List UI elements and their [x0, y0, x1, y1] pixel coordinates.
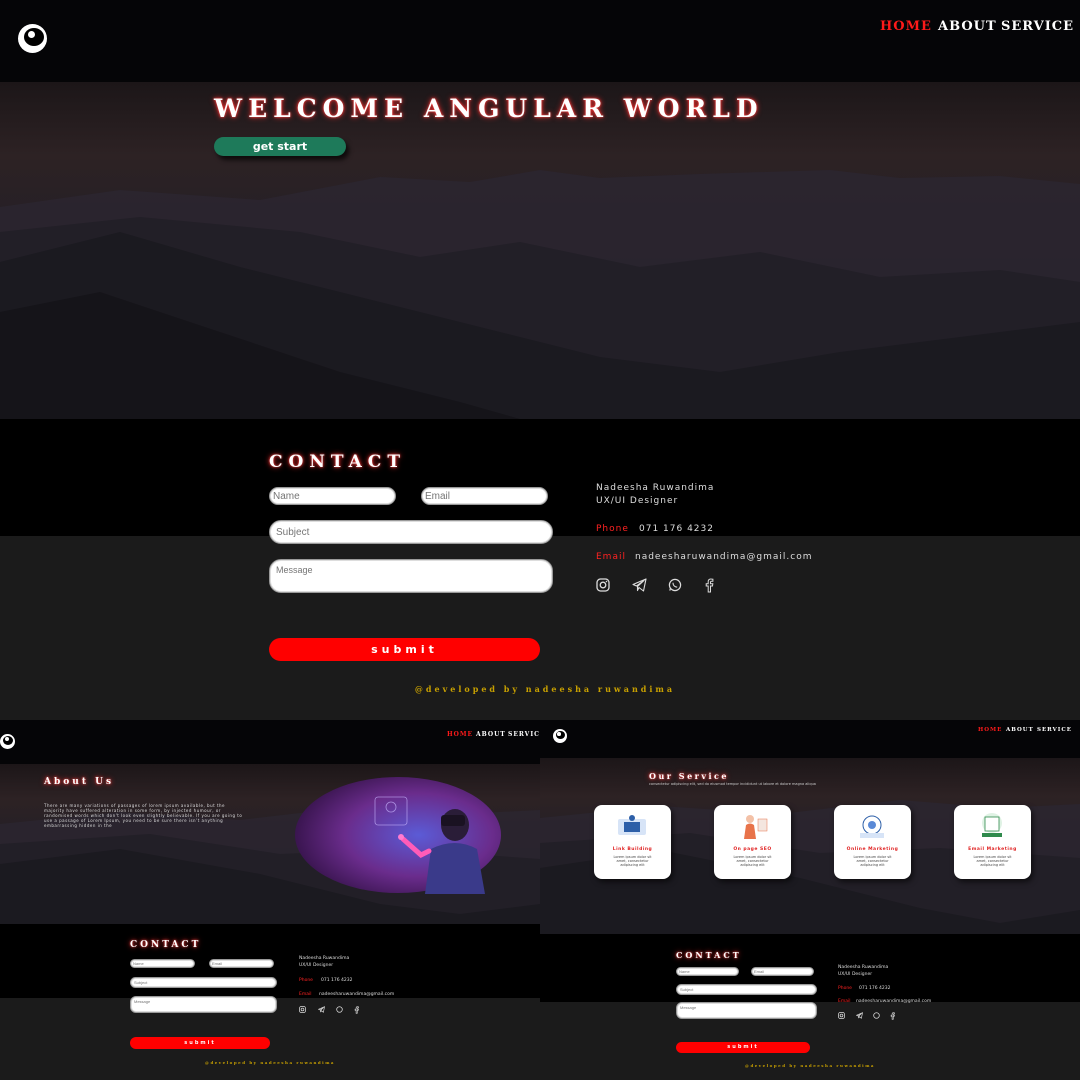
hero-banner: WELCOME ANGULAR WORLD get start — [0, 82, 1080, 419]
phone-label: Phone — [299, 978, 313, 983]
about-heading: About Us — [44, 777, 115, 787]
service-card-text: Lorem ipsum dolor sit amet, consectetur … — [853, 855, 892, 867]
whatsapp-icon[interactable] — [668, 578, 682, 592]
online-marketing-illustration — [860, 815, 884, 838]
email-input[interactable] — [751, 967, 814, 976]
home-page: HOME ABOUT SERVICE WELCOME ANGULAR WORLD… — [0, 0, 1080, 720]
service-banner: Our Service consectetur adipiscing elit,… — [540, 758, 1080, 934]
developer-credit: @developed by nadeesha ruwandima — [414, 684, 676, 694]
service-card[interactable]: Link Building Lorem ipsum dolor sit amet… — [594, 805, 671, 879]
name-input[interactable] — [676, 967, 739, 976]
phone-label: Phone — [596, 524, 629, 534]
email-label: Email — [838, 999, 851, 1004]
nav-service[interactable]: SERVICE — [1001, 19, 1074, 34]
contact-person-name: Nadeesha Ruwandima — [838, 965, 889, 970]
name-input[interactable] — [130, 959, 195, 968]
email-input[interactable] — [209, 959, 274, 968]
navbar: HOME ABOUT SERVICE — [0, 0, 1080, 82]
nav-service[interactable]: SERVICE — [508, 731, 540, 738]
email-value: nadeesharuwandima@gmail.com — [856, 999, 932, 1004]
message-textarea[interactable] — [676, 1002, 817, 1019]
about-paragraph: There are many variations of passages of… — [44, 803, 243, 828]
logo-icon[interactable] — [0, 734, 15, 749]
vr-person-illustration — [295, 777, 501, 894]
nav-service[interactable]: SERVICE — [1037, 727, 1072, 733]
contact-heading: CONTACT — [269, 452, 406, 472]
service-card-title: Email Marketing — [968, 847, 1017, 852]
instagram-icon[interactable] — [596, 578, 610, 592]
email-input[interactable] — [421, 487, 548, 505]
submit-button[interactable]: submit — [676, 1042, 810, 1053]
developer-credit: @developed by nadeesha ruwandima — [744, 1063, 876, 1068]
nav-about[interactable]: ABOUT — [938, 19, 997, 34]
message-textarea[interactable] — [130, 996, 277, 1013]
nav-about[interactable]: ABOUT — [476, 731, 506, 738]
telegram-icon[interactable] — [632, 578, 647, 592]
phone-value: 071 176 4232 — [321, 978, 353, 983]
service-card-title: Link Building — [612, 847, 653, 852]
contact-section-top — [0, 419, 1080, 536]
submit-button[interactable]: submit — [269, 638, 540, 661]
service-subtitle: consectetur adipiscing elit, sed do eius… — [649, 782, 816, 786]
contact-heading: CONTACT — [676, 950, 742, 960]
instagram-icon[interactable] — [838, 1012, 845, 1019]
whatsapp-icon[interactable] — [873, 1012, 880, 1019]
nav-home[interactable]: HOME — [447, 731, 473, 738]
subject-input[interactable] — [676, 984, 817, 995]
service-card-title: On page SEO — [733, 847, 772, 852]
logo-icon[interactable] — [553, 729, 567, 743]
message-textarea[interactable] — [269, 559, 553, 593]
facebook-icon[interactable] — [704, 578, 714, 593]
contact-heading: CONTACT — [130, 940, 202, 950]
contact-person-name: Nadeesha Ruwandima — [596, 483, 715, 493]
email-value: nadeesharuwandima@gmail.com — [319, 992, 395, 997]
link-building-illustration — [618, 815, 646, 835]
telegram-icon[interactable] — [856, 1012, 863, 1019]
nav-about[interactable]: ABOUT — [1006, 727, 1034, 733]
subject-input[interactable] — [269, 520, 553, 544]
email-label: Email — [299, 992, 312, 997]
service-card[interactable]: On page SEO Lorem ipsum dolor sit amet, … — [714, 805, 791, 879]
telegram-icon[interactable] — [318, 1006, 325, 1013]
developer-credit: @developed by nadeesha ruwandima — [204, 1060, 336, 1065]
service-heading: Our Service — [649, 771, 730, 781]
about-page: HOME ABOUT SERVICE About Us There are ma… — [0, 720, 540, 1080]
subject-input[interactable] — [130, 977, 277, 988]
service-card-text: Lorem ipsum dolor sit amet, consectetur … — [973, 855, 1012, 867]
instagram-icon[interactable] — [299, 1006, 306, 1013]
facebook-icon[interactable] — [354, 1006, 359, 1014]
service-card-text: Lorem ipsum dolor sit amet, consectetur … — [733, 855, 772, 867]
phone-value: 071 176 4232 — [859, 986, 891, 991]
phone-label: Phone — [838, 986, 852, 991]
service-page: HOME ABOUT SERVICE Our Service consectet… — [540, 720, 1080, 1080]
service-card-title: Online Marketing — [846, 847, 899, 852]
phone-value: 071 176 4232 — [639, 524, 714, 534]
submit-button[interactable]: submit — [130, 1037, 270, 1049]
whatsapp-icon[interactable] — [336, 1006, 343, 1013]
hero-title: WELCOME ANGULAR WORLD — [214, 94, 764, 123]
email-label: Email — [596, 552, 626, 562]
navbar: HOME ABOUT SERVICE — [540, 720, 1080, 758]
contact-role: UX/UI Designer — [596, 496, 679, 506]
about-banner: About Us There are many variations of pa… — [0, 764, 540, 924]
nav-home[interactable]: HOME — [880, 19, 932, 34]
service-card[interactable]: Email Marketing Lorem ipsum dolor sit am… — [954, 805, 1031, 879]
contact-role: UX/UI Designer — [299, 963, 334, 968]
logo-icon[interactable] — [18, 24, 47, 53]
email-value: nadeesharuwandima@gmail.com — [635, 552, 813, 562]
facebook-icon[interactable] — [890, 1012, 895, 1020]
get-start-button[interactable]: get start — [214, 137, 346, 156]
service-card-text: Lorem ipsum dolor sit amet, consectetur … — [613, 855, 652, 867]
navbar: HOME ABOUT SERVICE — [0, 720, 540, 764]
on-page-seo-illustration — [744, 815, 768, 839]
mountains-background — [0, 170, 1080, 419]
email-marketing-illustration — [982, 813, 1002, 837]
nav-home[interactable]: HOME — [978, 727, 1002, 733]
contact-person-name: Nadeesha Ruwandima — [299, 956, 350, 961]
name-input[interactable] — [269, 487, 396, 505]
contact-role: UX/UI Designer — [838, 972, 873, 977]
service-card[interactable]: Online Marketing Lorem ipsum dolor sit a… — [834, 805, 911, 879]
